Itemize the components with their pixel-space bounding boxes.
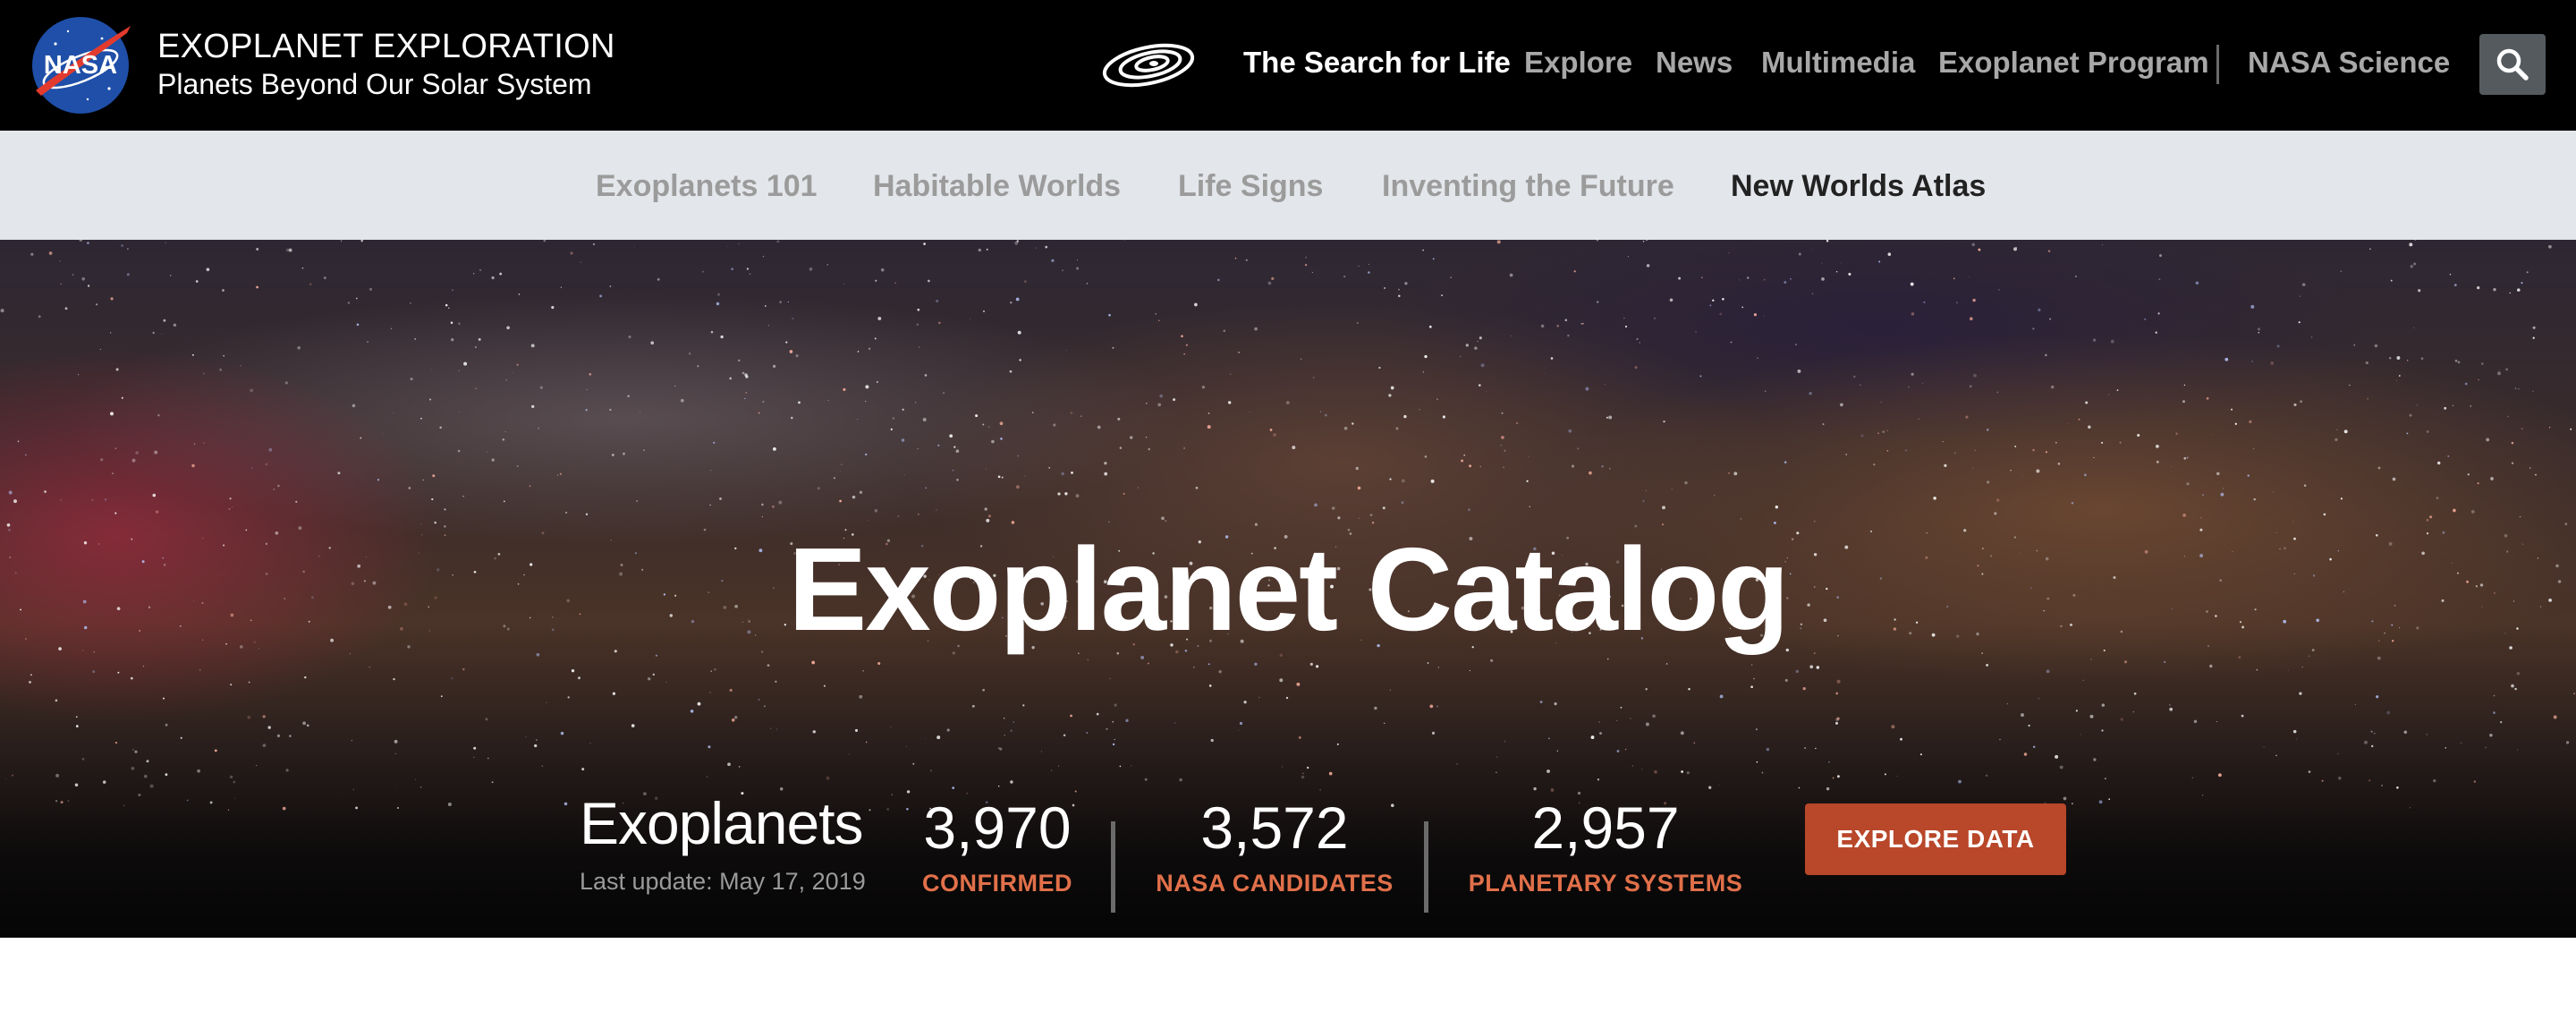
subnav-new-worlds-atlas[interactable]: New Worlds Atlas <box>1731 166 1986 206</box>
brand[interactable]: NASA EXOPLANET EXPLORATION Planets Beyon… <box>29 9 615 122</box>
search-icon <box>2496 48 2529 81</box>
stat-label: NASA CANDIDATES <box>1156 870 1394 897</box>
subnav-inventing-the-future[interactable]: Inventing the Future <box>1382 166 1674 206</box>
nav-news[interactable]: News <box>1656 43 1733 82</box>
top-nav: The Search for Life Explore News Multime… <box>1100 0 2576 131</box>
site-header: NASA EXOPLANET EXPLORATION Planets Beyon… <box>0 0 2576 131</box>
stat-value: 2,957 <box>1531 795 1680 861</box>
exoplanet-stats: Exoplanets Last update: May 17, 2019 3,9… <box>0 787 2576 938</box>
last-update: Last update: May 17, 2019 <box>580 868 866 895</box>
nasa-logo-icon[interactable]: NASA <box>29 13 132 117</box>
stat-value: 3,970 <box>923 795 1072 861</box>
nav-exoplanet-program[interactable]: Exoplanet Program <box>1938 43 2209 82</box>
nav-multimedia[interactable]: Multimedia <box>1761 43 1915 82</box>
nav-nasa-science[interactable]: NASA Science <box>2248 43 2450 82</box>
nav-the-search-for-life[interactable]: The Search for Life <box>1243 43 1511 82</box>
section-nav: Exoplanets 101 Habitable Worlds Life Sig… <box>0 131 2576 240</box>
stat-confirmed[interactable]: 3,970 CONFIRMED <box>894 793 1100 898</box>
stat-label: CONFIRMED <box>922 870 1072 897</box>
explore-data-button[interactable]: EXPLORE DATA <box>1805 803 2066 875</box>
galaxy-icon[interactable] <box>1100 39 1197 91</box>
logo-text: NASA <box>44 51 117 80</box>
stat-divider <box>1111 821 1115 913</box>
subnav-habitable-worlds[interactable]: Habitable Worlds <box>873 166 1121 206</box>
subnav-life-signs[interactable]: Life Signs <box>1178 166 1323 206</box>
site-subtitle[interactable]: Planets Beyond Our Solar System <box>157 65 615 103</box>
site-title[interactable]: EXOPLANET EXPLORATION <box>157 28 615 65</box>
subnav-exoplanets-101[interactable]: Exoplanets 101 <box>596 166 818 206</box>
stat-divider <box>1424 821 1428 913</box>
hero-banner: Exoplanet Catalog Exoplanets Last update… <box>0 240 2576 938</box>
nav-explore[interactable]: Explore <box>1524 43 1632 82</box>
nav-divider <box>2216 45 2219 84</box>
search-button[interactable] <box>2479 34 2546 95</box>
stat-value: 3,572 <box>1200 795 1349 861</box>
stat-nasa-candidates[interactable]: 3,572 NASA CANDIDATES <box>1145 793 1404 898</box>
stat-label: PLANETARY SYSTEMS <box>1468 870 1743 897</box>
stats-heading: Exoplanets <box>580 790 864 856</box>
page-title: Exoplanet Catalog <box>788 523 1790 655</box>
stat-planetary-systems[interactable]: 2,957 PLANETARY SYSTEMS <box>1458 793 1753 898</box>
